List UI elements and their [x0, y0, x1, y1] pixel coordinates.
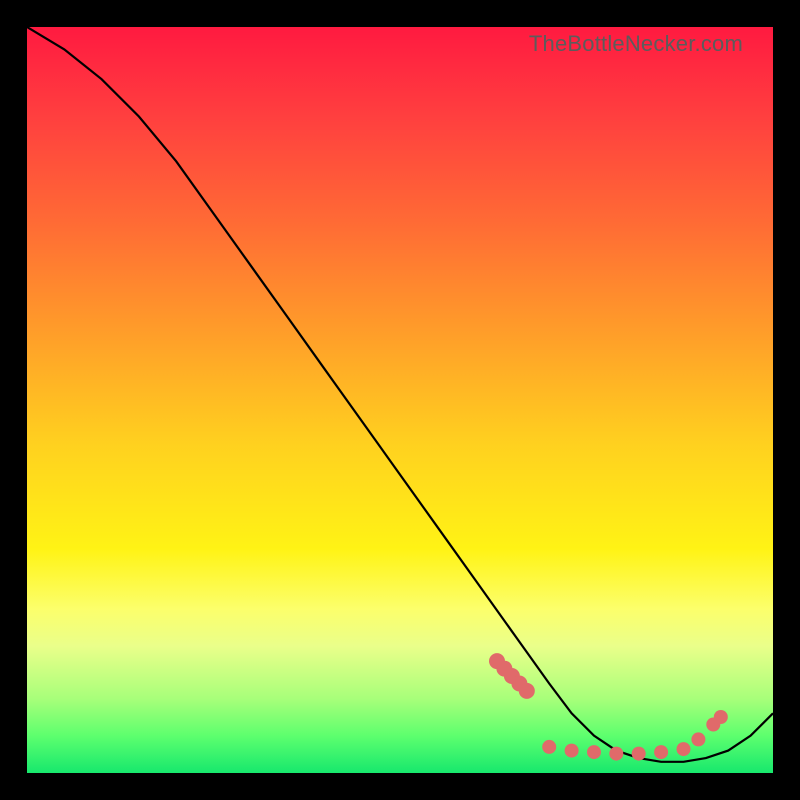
- chart-overlay: [27, 27, 773, 773]
- chart-plot-area: TheBottleNecker.com: [27, 27, 773, 773]
- marker-dot: [542, 740, 556, 754]
- marker-dot: [677, 742, 691, 756]
- marker-dot: [654, 745, 668, 759]
- marker-dot: [691, 732, 705, 746]
- marker-dot: [632, 747, 646, 761]
- bottleneck-curve: [27, 27, 773, 762]
- chart-frame: TheBottleNecker.com: [0, 0, 800, 800]
- marker-dot: [587, 745, 601, 759]
- marker-dot: [609, 747, 623, 761]
- marker-dot: [714, 710, 728, 724]
- marker-dot: [565, 744, 579, 758]
- marker-dot: [519, 683, 535, 699]
